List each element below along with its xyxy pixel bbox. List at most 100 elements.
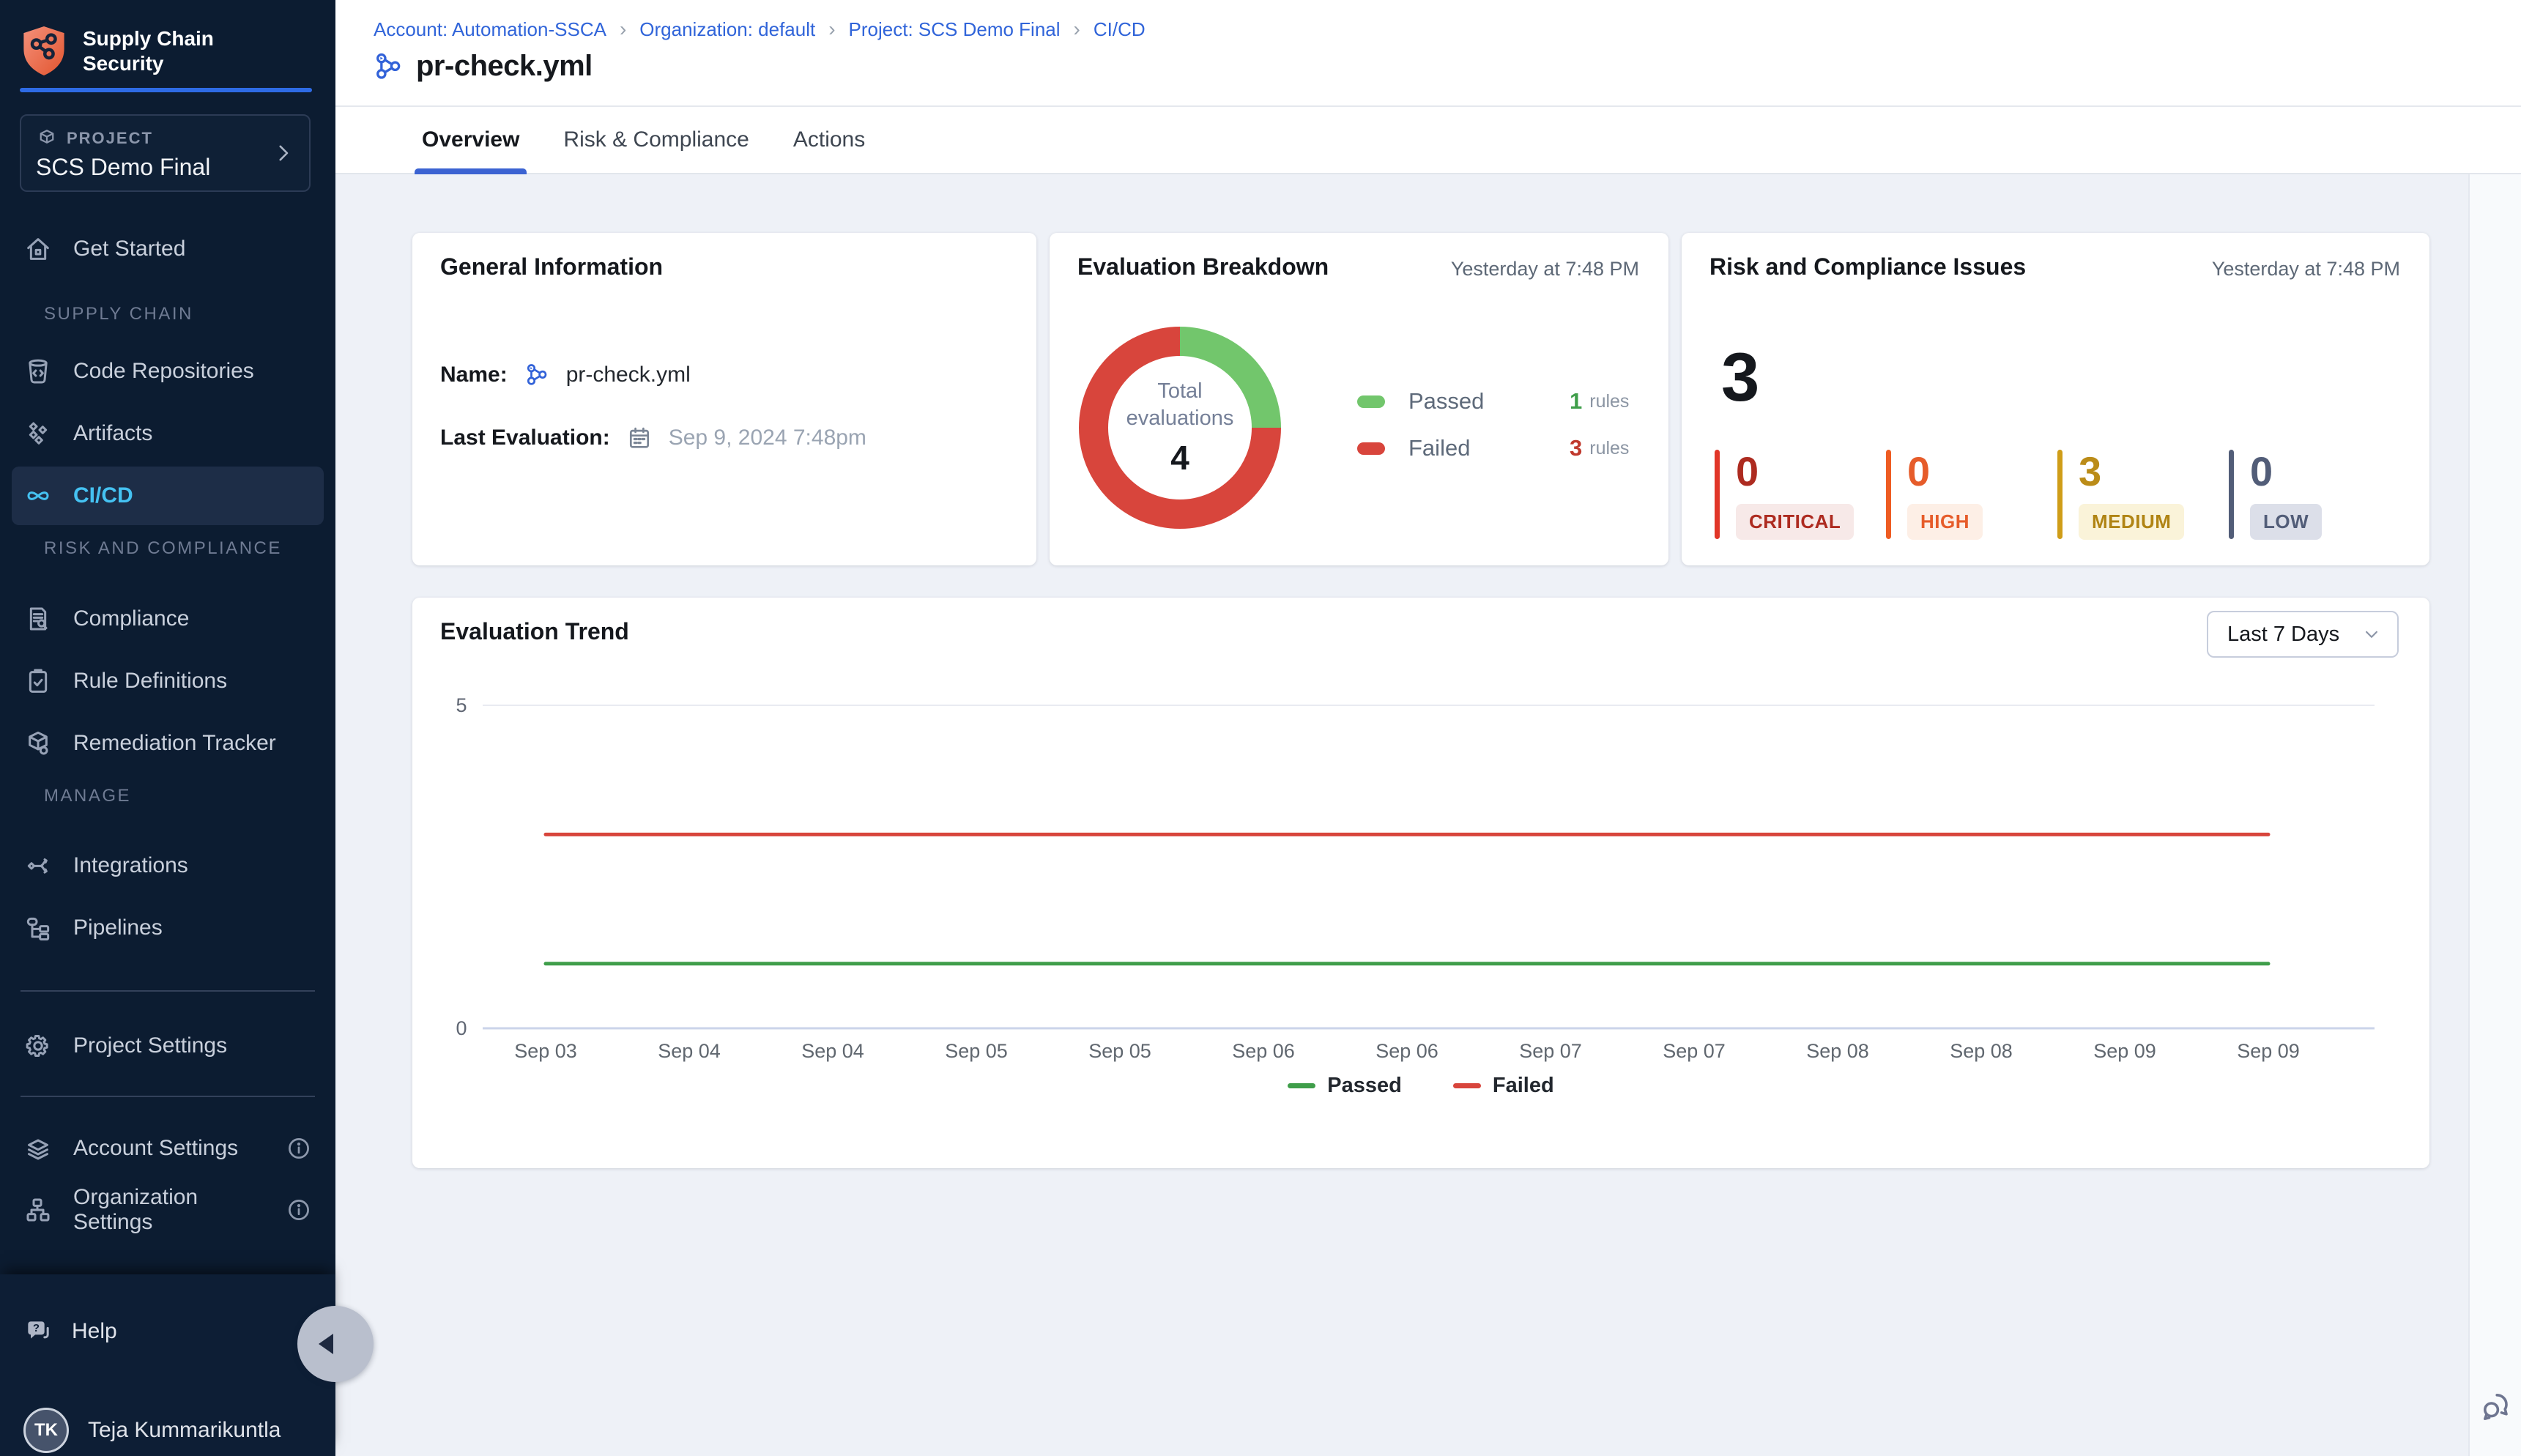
timestamp: Yesterday at 7:48 PM [1451,258,1639,281]
sidebar-item-project-settings[interactable]: Project Settings [12,1020,324,1071]
evaluations-donut-chart: Total evaluations 4 [1079,327,1281,529]
sidebar-item-label: Project Settings [73,1033,227,1058]
severity-bar [2057,450,2063,539]
breadcrumb-separator: › [828,18,835,41]
breadcrumb-link[interactable]: Organization: default [639,18,815,41]
name-value: pr-check.yml [566,363,691,387]
x-axis-tick-label: Sep 06 [1232,1040,1295,1062]
sidebar-item-artifacts[interactable]: Artifacts [12,408,324,459]
home-icon [23,234,53,264]
tab-overview[interactable]: Overview [417,107,524,173]
sidebar-item-remediation-tracker[interactable]: Remediation Tracker [12,718,324,769]
severity-badge: MEDIUM [2079,504,2184,540]
severity-bar [2229,450,2234,539]
tab-bar: Overview Risk & Compliance Actions [335,107,2521,174]
legend-label: Failed [1408,435,1570,461]
sidebar-item-code-repositories[interactable]: Code Repositories [12,346,324,397]
tab-risk-compliance[interactable]: Risk & Compliance [559,107,753,173]
sidebar-item-integrations[interactable]: Integrations [12,840,324,891]
legend-count: 1 [1570,388,1582,415]
tab-actions[interactable]: Actions [789,107,869,173]
sidebar-item-label: Pipelines [73,915,163,940]
info-icon[interactable] [286,1197,312,1223]
sidebar-item-get-started[interactable]: Get Started [12,223,324,275]
cube-icon [36,127,58,149]
info-icon[interactable] [286,1135,312,1162]
sidebar-item-pipelines[interactable]: Pipelines [12,902,324,954]
y-axis-tick-label: 5 [456,694,467,716]
x-axis-tick-label: Sep 05 [945,1040,1008,1062]
sidebar-item-label: Account Settings [73,1136,238,1161]
content-area: General Information Name: pr-check.yml L… [335,174,2468,1456]
date-range-select[interactable]: Last 7 Days [2207,611,2399,658]
calendar-icon [626,425,653,451]
user-menu[interactable]: TK Teja Kummarikuntla [12,1405,324,1456]
sidebar-divider [21,1096,315,1097]
legend-item-failed: Failed3 rules [1357,435,1629,461]
brand-title: Supply Chain Security [83,26,214,76]
sidebar: Supply Chain Security PROJECT SCS Demo F… [0,0,335,1456]
donut-total-value: 4 [1170,438,1189,478]
severity-badge: CRITICAL [1736,504,1854,540]
severity-low: 0LOW [2229,450,2400,540]
severity-critical: 0CRITICAL [1715,450,1886,540]
sidebar-item-label: Organization Settings [73,1185,265,1235]
x-axis-tick-label: Sep 08 [1806,1040,1869,1062]
donut-center-label: Total evaluations [1114,378,1246,432]
project-name: SCS Demo Final [36,154,294,181]
rule-definitions-icon [23,666,53,696]
sidebar-item-rule-definitions[interactable]: Rule Definitions [12,655,324,707]
severity-bar [1886,450,1891,539]
name-label: Name: [440,363,508,387]
legend-swatch [1453,1083,1481,1088]
chevron-down-icon [2361,623,2383,645]
sidebar-section-label: SUPPLY CHAIN [44,304,193,324]
breadcrumb-link[interactable]: Project: SCS Demo Final [849,18,1061,41]
legend-count: 3 [1570,435,1582,461]
evaluation-breakdown-card: Evaluation Breakdown Yesterday at 7:48 P… [1050,233,1668,565]
severity-count: 3 [2079,451,2184,492]
cicd-icon [23,481,53,510]
trend-legend-item-passed: Passed [1288,1074,1402,1098]
trend-legend-item-failed: Failed [1453,1074,1554,1098]
help-label: Help [72,1319,117,1344]
scs-shield-logo-icon [20,24,68,78]
pipeline-icon [372,51,404,83]
sidebar-item-label: Compliance [73,606,189,631]
severity-breakdown: 0CRITICAL0HIGH3MEDIUM0LOW [1715,450,2400,540]
y-axis-tick-label: 0 [456,1017,467,1039]
breadcrumb-link[interactable]: CI/CD [1094,18,1146,41]
total-issues-value: 3 [1721,343,1759,412]
legend-swatch [1288,1083,1315,1088]
breadcrumb-separator: › [1074,18,1080,41]
chat-bubbles-icon[interactable] [2479,1389,2514,1424]
trend-legend: Passed Failed [412,1074,2429,1098]
layers-icon [23,1134,53,1163]
project-selector[interactable]: PROJECT SCS Demo Final [20,114,311,192]
legend-swatch [1357,442,1385,455]
evaluation-trend-card: Evaluation Trend Last 7 Days 05Sep 03Sep… [412,598,2429,1168]
code-repository-icon [23,357,53,386]
artifacts-icon [23,419,53,448]
sidebar-item-ci-cd[interactable]: CI/CD [12,467,324,525]
sidebar-item-organization-settings[interactable]: Organization Settings [12,1184,324,1236]
sidebar-item-label: Integrations [73,853,188,878]
sidebar-item-compliance[interactable]: Compliance [12,593,324,645]
sidebar-item-account-settings[interactable]: Account Settings [12,1123,324,1174]
sidebar-collapse-handle[interactable] [297,1306,374,1382]
remediation-tracker-icon [23,729,53,758]
legend-swatch [1357,395,1385,408]
help-button[interactable]: ? Help [12,1306,324,1357]
legend-label: Failed [1493,1074,1554,1098]
x-axis-tick-label: Sep 06 [1375,1040,1438,1062]
accent-bar [20,88,312,92]
compliance-icon [23,604,53,634]
x-axis-tick-label: Sep 09 [2093,1040,2156,1062]
severity-bar [1715,450,1720,539]
main-area: Account: Automation-SSCA › Organization: d… [335,0,2521,1456]
project-eyebrow: PROJECT [67,129,153,148]
breadcrumb-link[interactable]: Account: Automation-SSCA [374,18,606,41]
legend-unit: rules [1589,438,1629,459]
chevron-right-icon [271,141,296,166]
sidebar-item-label: Artifacts [73,421,152,446]
